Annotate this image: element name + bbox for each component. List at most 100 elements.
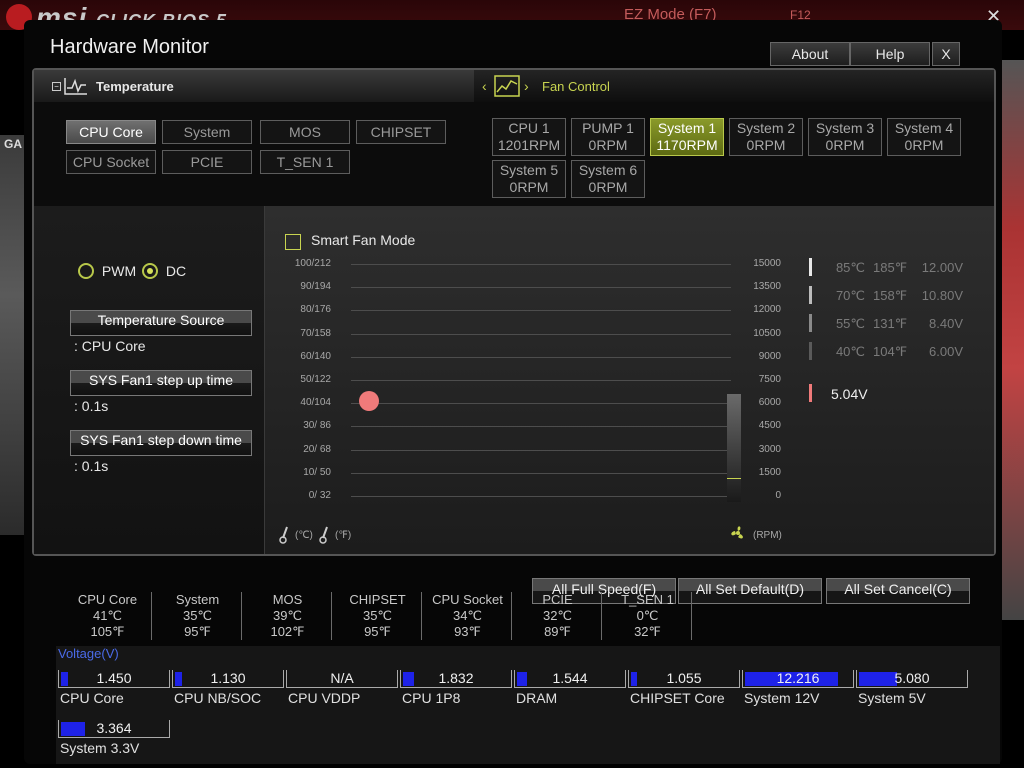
thermometer-fahrenheit-icon xyxy=(319,526,328,544)
help-button[interactable]: Help xyxy=(850,42,930,66)
temp-source-cpu-socket[interactable]: CPU Socket xyxy=(66,150,156,174)
sensor-celsius: 0℃ xyxy=(636,608,659,623)
sensor-celsius: 35℃ xyxy=(182,608,213,623)
smart-fan-label: Smart Fan Mode xyxy=(311,232,416,248)
voltage-bar: 1.055 xyxy=(628,670,740,688)
chevron-right-icon[interactable]: › xyxy=(524,78,529,94)
voltage-bar: 5.080 xyxy=(856,670,968,688)
sensor-celsius: 41℃ xyxy=(92,608,123,623)
dc-option[interactable]: DC xyxy=(142,262,186,280)
all-set-cancel-button[interactable]: All Set Cancel(C) xyxy=(826,578,970,604)
temp-source-t-sen-1[interactable]: T_SEN 1 xyxy=(260,150,350,174)
temperature-readout: CPU Socket 34℃ 93℉ xyxy=(424,592,512,640)
fan-cpu-1[interactable]: CPU 1 1201RPM xyxy=(492,118,566,156)
voltage-name: CPU VDDP xyxy=(288,690,361,706)
temperature-readout: CPU Core 41℃ 105℉ xyxy=(64,592,152,640)
fan-system-2[interactable]: System 2 0RPM xyxy=(729,118,803,156)
sensor-celsius: 35℃ xyxy=(362,608,393,623)
voltage-bar: 1.130 xyxy=(172,670,284,688)
all-set-default-button[interactable]: All Set Default(D) xyxy=(678,578,822,604)
sensor-fahrenheit: 93℉ xyxy=(454,624,481,639)
rpm-axis-tick: 1500 xyxy=(758,466,781,478)
voltage-value: 1.450 xyxy=(96,670,132,686)
voltage-value: 12.216 xyxy=(776,670,820,686)
voltage-name: CPU 1P8 xyxy=(402,690,461,706)
sensor-fahrenheit: 89℉ xyxy=(544,624,571,639)
voltage-bar: 3.364 xyxy=(58,720,170,738)
sensor-fahrenheit: 105℉ xyxy=(90,624,125,639)
current-temperature-marker xyxy=(359,390,379,411)
fan-rpm: 1170RPM xyxy=(656,137,718,153)
fan-rpm: 0RPM xyxy=(509,179,549,195)
temp-axis-tick: 60/140 xyxy=(300,350,331,362)
fan-name: System 6 xyxy=(578,162,638,178)
legend-fahrenheit: 158℉ xyxy=(873,288,908,303)
legend-fahrenheit: 104℉ xyxy=(873,344,908,359)
voltage-bar: N/A xyxy=(286,670,398,688)
voltage-value: 3.364 xyxy=(96,720,132,736)
pwm-option[interactable]: PWM xyxy=(78,262,136,280)
sensor-celsius: 39℃ xyxy=(272,608,303,623)
smart-fan-checkbox[interactable] xyxy=(285,234,301,250)
sensor-fahrenheit: 95℉ xyxy=(184,624,211,639)
temp-source-chipset[interactable]: CHIPSET xyxy=(356,120,446,144)
rpm-axis-tick: 0 xyxy=(775,490,781,501)
step-down-time-button[interactable]: SYS Fan1 step down time xyxy=(70,430,252,456)
grid-line xyxy=(351,449,731,451)
fan-system-5[interactable]: System 5 0RPM xyxy=(492,160,566,198)
temp-axis-tick: 30/ 86 xyxy=(303,420,331,432)
fan-pump-1[interactable]: PUMP 1 0RPM xyxy=(571,118,645,156)
sensor-name: T_SEN 1 xyxy=(621,592,674,607)
temp-source-mos[interactable]: MOS xyxy=(260,120,350,144)
fan-system-1[interactable]: System 1 1170RPM xyxy=(650,118,724,156)
fan-curve-graph: Smart Fan Mode 100/212 15000 90/194 13500 80… xyxy=(264,206,994,554)
grid-line xyxy=(351,496,731,497)
legend-fahrenheit: 131℉ xyxy=(873,316,908,331)
close-button[interactable]: X xyxy=(932,42,960,66)
temperature-source-button[interactable]: Temperature Source xyxy=(70,310,252,336)
legend-celsius: 55℃ xyxy=(835,316,865,331)
voltage-title: Voltage(V) xyxy=(58,646,119,661)
collapse-icon: − xyxy=(52,82,61,91)
temp-axis-tick: 70/158 xyxy=(300,327,331,339)
rpm-axis-tick: 7500 xyxy=(758,374,781,385)
temperature-readout: T_SEN 1 0℃ 32℉ xyxy=(604,592,692,640)
dc-radio[interactable] xyxy=(142,263,158,280)
rpm-axis-tick: 12000 xyxy=(753,304,781,316)
fan-system-3[interactable]: System 3 0RPM xyxy=(808,118,882,156)
legend-voltage: 8.40V xyxy=(929,316,963,331)
legend-bar xyxy=(809,286,812,304)
temp-source-cpu-core[interactable]: CPU Core xyxy=(66,120,156,144)
fan-name: PUMP 1 xyxy=(582,120,634,136)
grid-line xyxy=(351,264,731,265)
temp-source-system[interactable]: System xyxy=(162,120,252,144)
pwm-radio[interactable] xyxy=(78,263,94,280)
temp-source-pcie[interactable]: PCIE xyxy=(162,150,252,174)
voltage-bar: 1.450 xyxy=(58,670,170,688)
rpm-level-indicator xyxy=(727,477,741,479)
rpm-axis-tick: 13500 xyxy=(753,281,781,293)
rpm-axis-tick: 10500 xyxy=(753,327,781,339)
fan-rpm: 0RPM xyxy=(746,137,786,153)
step-up-time-button[interactable]: SYS Fan1 step up time xyxy=(70,370,252,396)
fan-name: System 2 xyxy=(736,120,796,136)
rpm-axis-tick: 6000 xyxy=(758,397,781,409)
celsius-unit: (℃) xyxy=(295,530,313,541)
legend-celsius: 70℃ xyxy=(835,288,865,303)
temperature-tab[interactable]: − Temperature xyxy=(34,70,474,102)
legend-voltage: 12.00V xyxy=(921,260,963,275)
fan-system-4[interactable]: System 4 0RPM xyxy=(887,118,961,156)
rpm-axis-tick: 3000 xyxy=(758,443,781,455)
temp-axis-tick: 50/122 xyxy=(300,374,331,385)
chevron-left-icon[interactable]: ‹ xyxy=(482,78,487,94)
grid-line xyxy=(351,403,731,405)
fan-control-tab[interactable]: ‹ › Fan Control xyxy=(474,70,994,102)
sensor-fahrenheit: 102℉ xyxy=(270,624,305,639)
sensor-fahrenheit: 32℉ xyxy=(634,624,661,639)
temp-axis-tick: 0/ 32 xyxy=(308,490,331,501)
about-button[interactable]: About xyxy=(770,42,850,66)
voltage-value: 5.080 xyxy=(894,670,930,686)
fan-system-6[interactable]: System 6 0RPM xyxy=(571,160,645,198)
main-panel: − Temperature ‹ › Fan Control CPU Core S… xyxy=(32,68,996,556)
sensor-celsius: 32℃ xyxy=(542,608,573,623)
